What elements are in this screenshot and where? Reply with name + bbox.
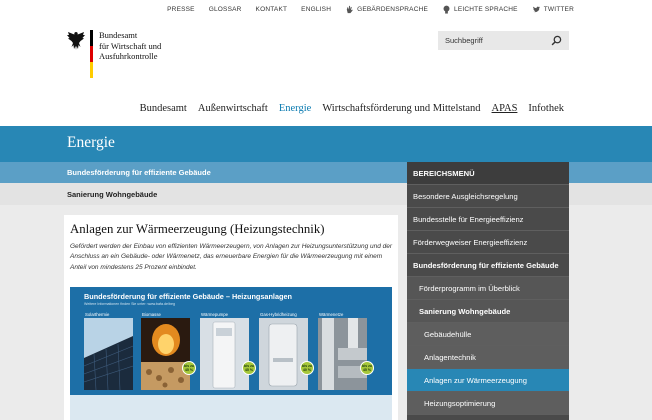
badge-value: 45 % <box>362 368 372 372</box>
badge-value: 40 % <box>302 368 312 372</box>
main-navigation: Bundesamt Außenwirtschaft Energie Wirtsc… <box>129 103 564 114</box>
sidebar-item-besondere-ausgleichsregelung[interactable]: Besondere Ausgleichsregelung <box>407 185 569 208</box>
sidebar-item-beg[interactable]: Bundesförderung für effiziente Gebäude <box>407 254 569 277</box>
solar-roof-image <box>84 318 133 390</box>
link-english[interactable]: ENGLISH <box>301 6 331 13</box>
section-menu-header: BEREICHSMENÜ <box>407 162 569 185</box>
badge-value: 45 % <box>244 368 254 372</box>
link-leichte-sprache-label: LEICHTE SPRACHE <box>454 6 518 13</box>
german-flag-stripe <box>90 30 93 78</box>
badge-gas-hybrid: bis zu 40 % <box>300 361 314 375</box>
panel-label: Solarthermie <box>85 312 110 317</box>
breadcrumb-level-1-label: Bundesförderung für effiziente Gebäude <box>67 168 211 177</box>
heat-pump-image <box>200 318 249 390</box>
link-kontakt[interactable]: KONTAKT <box>256 6 288 13</box>
badge-waermepumpe: bis zu 45 % <box>242 361 256 375</box>
logo-wordmark: Bundesamt für Wirtschaft und Ausfuhrkont… <box>97 30 161 78</box>
link-gebaerdensprache-label: GEBÄRDENSPRACHE <box>357 6 429 13</box>
logo-line-2: für Wirtschaft und <box>99 40 162 51</box>
gas-heater-image <box>259 318 308 390</box>
nav-infothek[interactable]: Infothek <box>528 103 564 114</box>
breadcrumb-level-2-label: Sanierung Wohngebäude <box>67 190 158 199</box>
article-title: Anlagen zur Wärmeerzeugung (Heizungstech… <box>70 222 325 236</box>
article-intro: Gefördert werden der Einbau von effizien… <box>70 243 393 271</box>
link-glossar[interactable]: GLOSSAR <box>209 6 242 13</box>
badge-waermenetze: bis zu 45 % <box>360 361 374 375</box>
section-menu: BEREICHSMENÜ Besondere Ausgleichsregelun… <box>407 162 569 420</box>
bafa-logo[interactable]: Bundesamt für Wirtschaft und Ausfuhrkont… <box>66 30 161 78</box>
link-twitter-label: TWITTER <box>543 6 574 13</box>
article-card: Anlagen zur Wärmeerzeugung (Heizungstech… <box>64 215 398 420</box>
heating-infographic[interactable]: Bundesförderung für effiziente Gebäude –… <box>70 287 392 420</box>
sign-language-hand-icon <box>346 5 353 14</box>
search-input[interactable] <box>445 36 551 45</box>
sidebar-item-gebaeudehuelle[interactable]: Gebäudehülle <box>407 323 569 346</box>
logo-line-3: Ausfuhrkontrolle <box>99 51 158 61</box>
flag-black <box>90 30 93 46</box>
link-presse[interactable]: PRESSE <box>167 6 195 13</box>
fireplace-image <box>141 318 190 390</box>
nav-energie[interactable]: Energie <box>279 103 311 114</box>
sidebar-item-foerderprogramm-ueberblick[interactable]: Förderprogramm im Überblick <box>407 277 569 300</box>
link-gebaerdensprache[interactable]: GEBÄRDENSPRACHE <box>345 5 428 14</box>
panel-label: Wärmepumpe <box>201 312 228 317</box>
badge-biomasse: bis zu 45 % <box>182 361 196 375</box>
link-twitter[interactable]: TWITTER <box>532 5 574 14</box>
nav-bundesamt[interactable]: Bundesamt <box>140 103 187 114</box>
nav-aussenwirtschaft[interactable]: Außenwirtschaft <box>198 103 268 114</box>
sidebar-item-heizungsoptimierung[interactable]: Heizungsoptimierung <box>407 392 569 415</box>
search-icon[interactable] <box>551 35 562 46</box>
flag-red <box>90 46 93 62</box>
logo-line-1: Bundesamt <box>99 30 138 40</box>
infographic-subtitle: Weitere Informationen finden Sie unter: … <box>84 302 176 306</box>
panel-label: Biomasse <box>142 312 161 317</box>
nav-wirtschaftsfoerderung[interactable]: Wirtschaftsförderung und Mittelstand <box>322 103 480 114</box>
sidebar-item-foerderwegweiser[interactable]: Förderwegweiser Energieeffizienz <box>407 231 569 254</box>
badge-value: 45 % <box>184 368 194 372</box>
nav-apas[interactable]: APAS <box>492 103 518 114</box>
heat-network-pipes-image <box>318 318 367 390</box>
link-leichte-sprache[interactable]: LEICHTE SPRACHE <box>442 5 518 14</box>
section-title: Energie <box>67 134 115 151</box>
panel-label: Wärmenetze <box>319 312 344 317</box>
sidebar-item-bundesstelle-energieeffizienz[interactable]: Bundesstelle für Energieeffizienz <box>407 208 569 231</box>
section-header: Energie <box>0 126 652 162</box>
utility-nav: PRESSE GLOSSAR KONTAKT ENGLISH GEBÄRDENS… <box>153 5 574 14</box>
sidebar-item-anlagentechnik[interactable]: Anlagentechnik <box>407 346 569 369</box>
search-box <box>438 31 569 50</box>
twitter-bird-icon <box>532 6 540 13</box>
easy-language-head-icon <box>443 5 450 14</box>
federal-eagle-icon <box>67 32 85 50</box>
sidebar-item-anlagen-waermeerzeugung[interactable]: Anlagen zur Wärmeerzeugung <box>407 369 569 392</box>
infographic-footer-strip <box>70 395 392 420</box>
sidebar-item-sanierung-wohngebaeude[interactable]: Sanierung Wohngebäude <box>407 300 569 323</box>
infographic-title: Bundesförderung für effiziente Gebäude –… <box>84 292 292 301</box>
flag-gold <box>90 62 93 78</box>
panel-label: Gas-Hybridheizung <box>260 312 297 317</box>
